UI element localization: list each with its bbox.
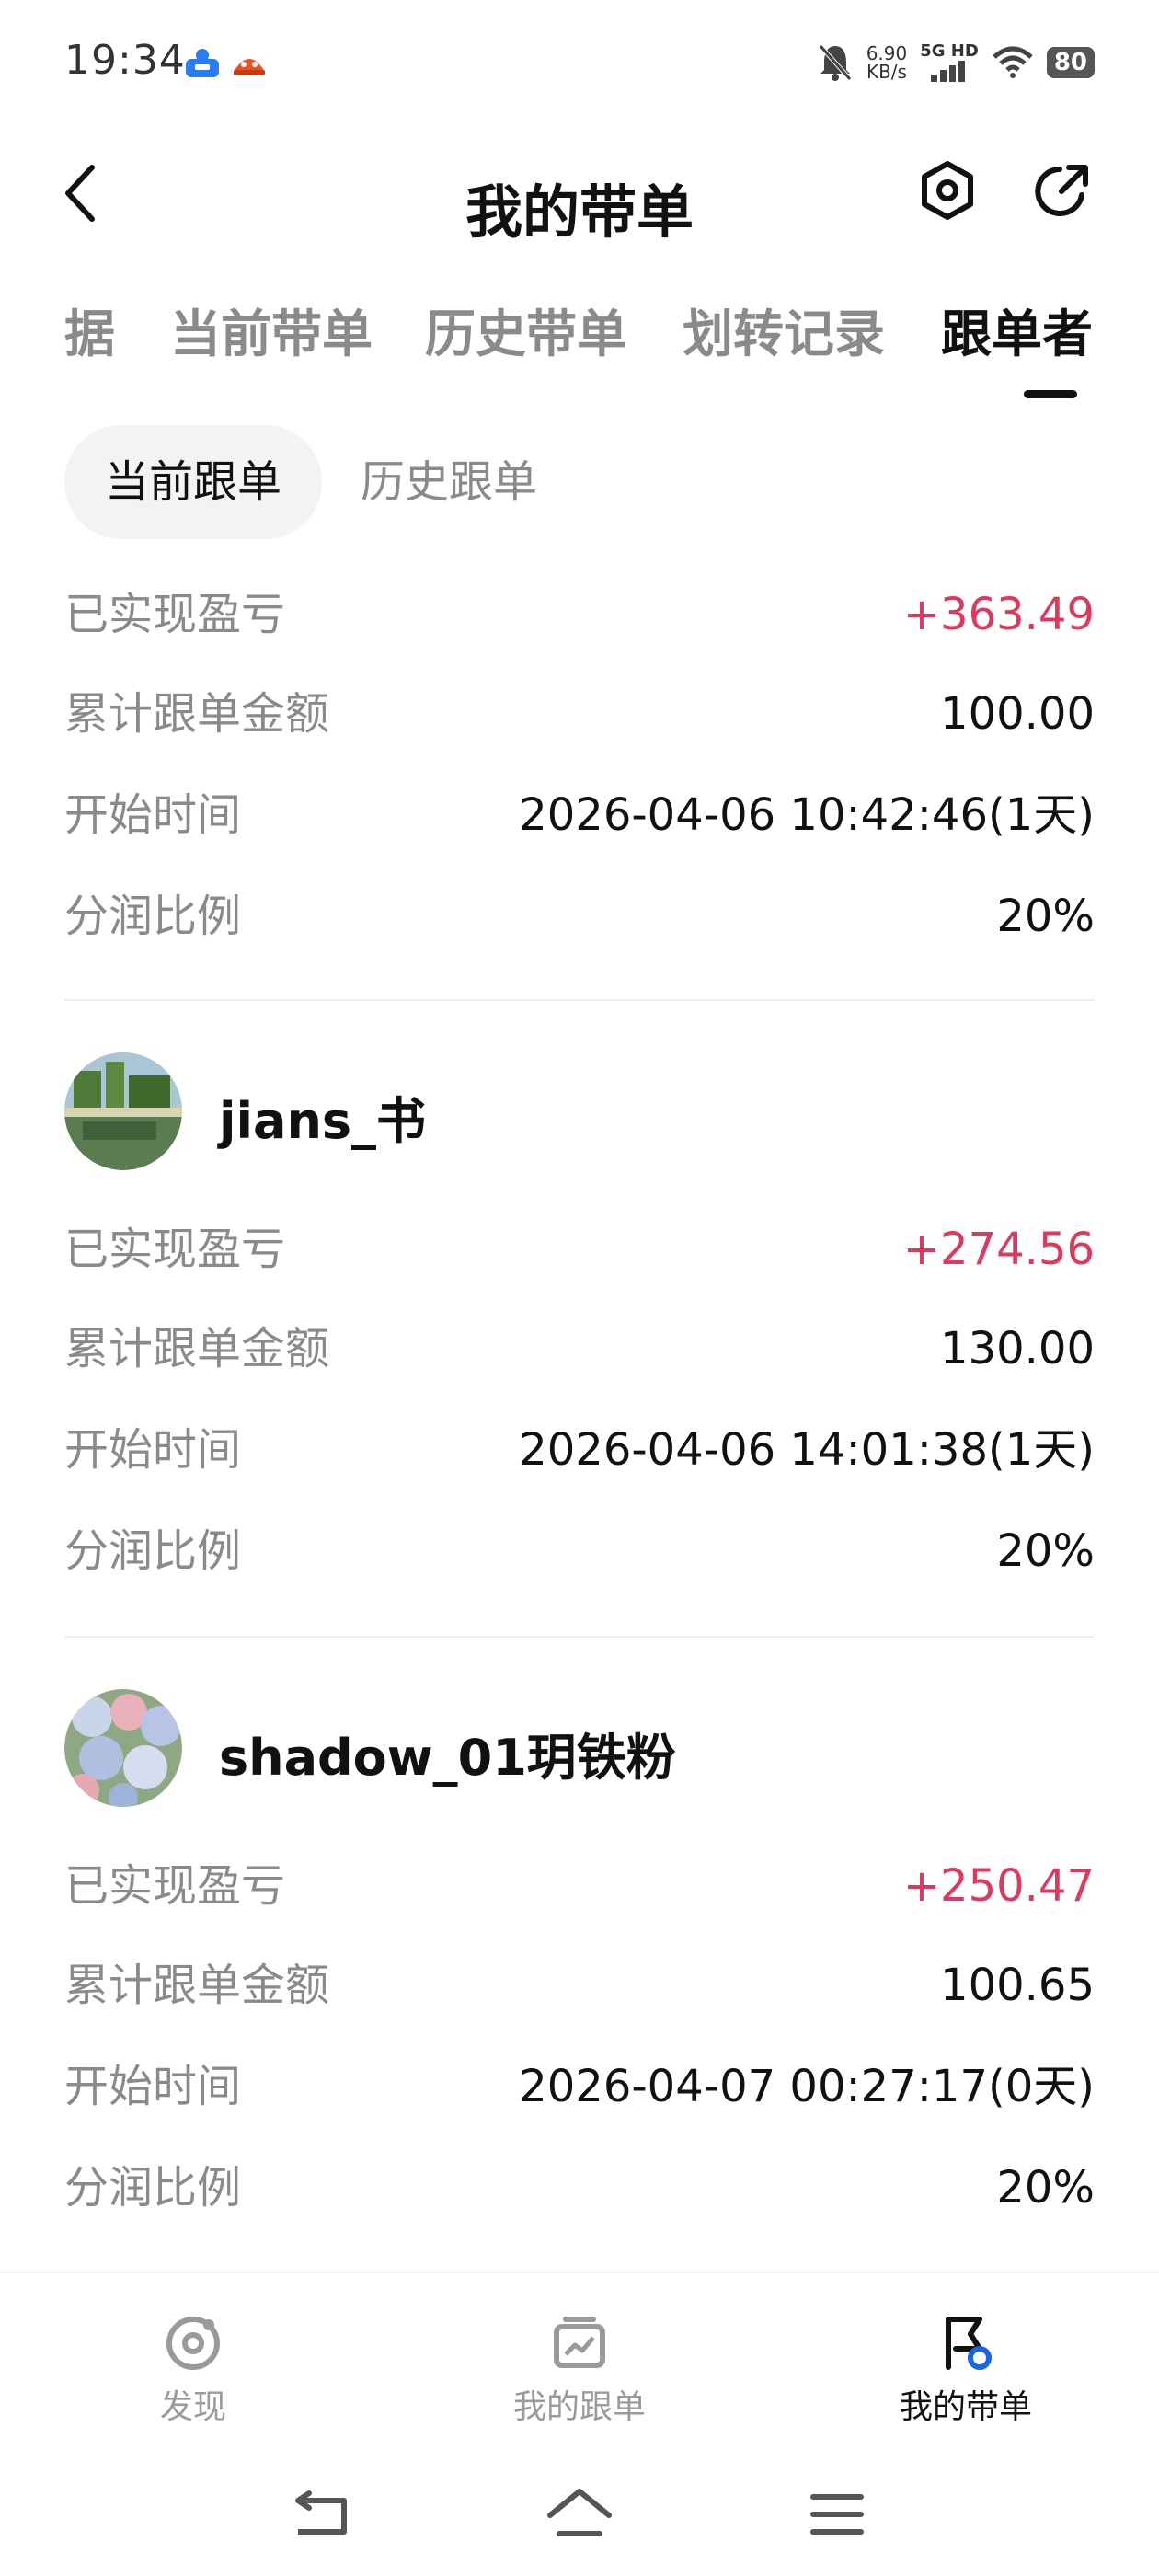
status-time: 19:34 <box>64 37 186 84</box>
nav-my-leads[interactable]: 我的带单 <box>828 2310 1104 2428</box>
amount-row: 累计跟单金额 100.00 <box>64 677 1095 751</box>
follower-header[interactable]: jians_书 <box>64 1052 1095 1172</box>
system-home-icon[interactable] <box>543 2482 616 2547</box>
nav-discover-label: 发现 <box>159 2388 226 2426</box>
amount-value: 100.00 <box>940 688 1095 740</box>
ratio-row: 分润比例 20% <box>64 880 1095 953</box>
flag-icon <box>946 2317 992 2370</box>
ratio-value: 20% <box>996 891 1095 942</box>
avatar <box>64 1689 182 1807</box>
app-notification-icon-2 <box>234 59 265 75</box>
start-label: 开始时间 <box>64 1424 242 1476</box>
amount-label: 累计跟单金额 <box>64 1960 330 2011</box>
system-back-icon[interactable] <box>285 2482 359 2547</box>
divider <box>64 999 1095 1001</box>
pnl-row: 已实现盈亏 +274.56 <box>64 1213 1095 1286</box>
amount-value: 130.00 <box>940 1323 1095 1374</box>
settings-hexagon-icon[interactable] <box>915 158 980 223</box>
avatar <box>64 1052 182 1170</box>
amount-label: 累计跟单金额 <box>64 688 330 740</box>
subtab-current-follow[interactable]: 当前跟单 <box>64 425 322 539</box>
tab-history-lead[interactable]: 历史带单 <box>425 293 627 366</box>
nav-discover[interactable]: 发现 <box>55 2310 331 2428</box>
amount-row: 累计跟单金额 130.00 <box>64 1312 1095 1386</box>
start-value: 2026-04-07 00:27:17(0天) <box>519 2061 1095 2112</box>
chart-board-icon <box>554 2317 605 2368</box>
divider <box>64 1636 1095 1638</box>
bottom-nav: 发现 我的跟单 我的带单 <box>0 2272 1159 2457</box>
start-value: 2026-04-06 14:01:38(1天) <box>519 1424 1095 1476</box>
amount-row: 累计跟单金额 100.65 <box>64 1949 1095 2022</box>
tab-current-lead[interactable]: 当前带单 <box>170 293 373 366</box>
status-bar: 19:34 6.90 KB/s 5G HD 80 <box>0 0 1159 129</box>
speed-value: 6.90 <box>866 42 908 64</box>
start-row: 开始时间 2026-04-06 14:01:38(1天) <box>64 1413 1095 1487</box>
start-row: 开始时间 2026-04-06 10:42:46(1天) <box>64 778 1095 852</box>
start-label: 开始时间 <box>64 789 242 841</box>
wifi-icon <box>993 46 1033 78</box>
subtab-history-follow[interactable]: 历史跟单 <box>361 425 537 539</box>
net-speed: 6.90 KB/s <box>866 44 908 81</box>
start-label: 开始时间 <box>64 2061 242 2112</box>
tab-followers[interactable]: 跟单者 <box>941 293 1093 366</box>
main-tabs: 据 当前带单 历史带单 划转记录 跟单者 <box>64 293 1104 366</box>
pnl-row: 已实现盈亏 +250.47 <box>64 1849 1095 1923</box>
pnl-row: 已实现盈亏 +363.49 <box>64 578 1095 651</box>
ratio-value: 20% <box>996 2162 1095 2214</box>
status-right: 6.90 KB/s 5G HD 80 <box>817 35 1095 90</box>
amount-label: 累计跟单金额 <box>64 1323 330 1374</box>
pnl-label: 已实现盈亏 <box>64 589 286 640</box>
nav-my-follows-label: 我的跟单 <box>512 2388 646 2426</box>
pnl-value: +250.47 <box>902 1860 1095 1912</box>
pnl-value: +363.49 <box>902 589 1095 640</box>
ratio-label: 分润比例 <box>64 891 242 942</box>
network-type: 5G HD <box>920 41 979 61</box>
amount-value: 100.65 <box>940 1960 1095 2011</box>
ratio-label: 分润比例 <box>64 1525 242 1577</box>
pnl-label: 已实现盈亏 <box>64 1224 286 1275</box>
signal-icon <box>931 61 966 82</box>
ratio-value: 20% <box>996 1525 1095 1577</box>
page-header: 我的带单 <box>0 138 1159 248</box>
tab-data[interactable]: 据 <box>64 293 115 366</box>
app-notification-icon <box>186 49 219 77</box>
tab-transfer-records[interactable]: 划转记录 <box>683 293 885 366</box>
share-icon[interactable] <box>1030 158 1095 223</box>
ratio-row: 分润比例 20% <box>64 2151 1095 2225</box>
pnl-label: 已实现盈亏 <box>64 1860 286 1912</box>
follower-username: jians_书 <box>219 1092 427 1150</box>
speed-unit: KB/s <box>866 61 907 83</box>
ratio-label: 分润比例 <box>64 2162 242 2214</box>
battery-level: 80 <box>1046 47 1095 78</box>
follower-username: shadow_01玥铁粉 <box>219 1729 676 1787</box>
nav-my-leads-label: 我的带单 <box>899 2388 1032 2426</box>
page-title: 我的带单 <box>465 178 694 246</box>
system-menu-icon[interactable] <box>800 2482 874 2547</box>
nav-my-follows[interactable]: 我的跟单 <box>442 2310 717 2428</box>
system-nav-bar <box>0 2456 1159 2576</box>
mute-bell-icon <box>818 44 852 81</box>
follower-header[interactable]: shadow_01玥铁粉 <box>64 1689 1095 1809</box>
start-row: 开始时间 2026-04-07 00:27:17(0天) <box>64 2050 1095 2123</box>
network-indicator: 5G HD <box>920 43 979 82</box>
tab-active-indicator <box>1024 390 1077 398</box>
discover-icon <box>166 2317 220 2370</box>
start-value: 2026-04-06 10:42:46(1天) <box>519 789 1095 841</box>
pnl-value: +274.56 <box>902 1224 1095 1275</box>
ratio-row: 分润比例 20% <box>64 1514 1095 1588</box>
